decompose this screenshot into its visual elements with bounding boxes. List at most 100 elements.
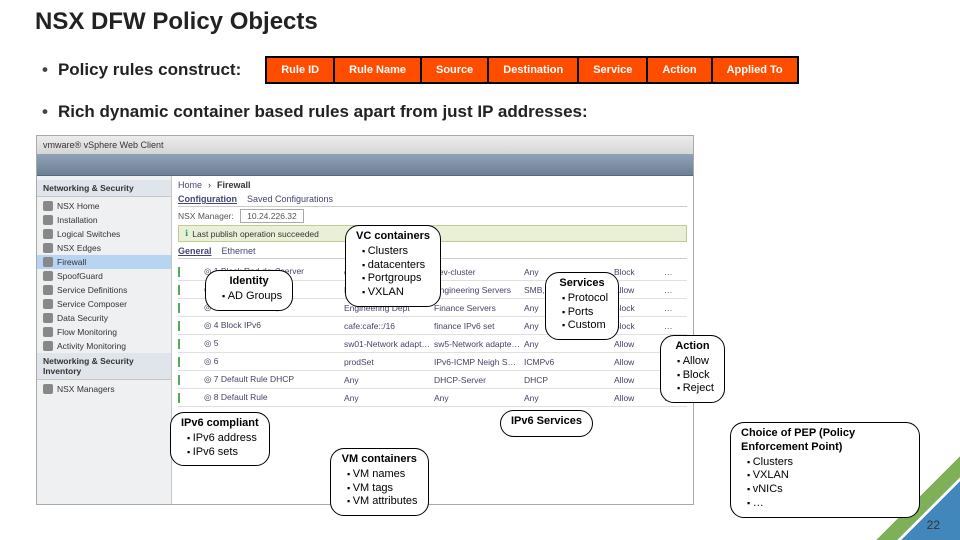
callout-item: VM names [347, 468, 418, 482]
sidebar-item[interactable]: NSX Edges [37, 241, 171, 255]
rule-enable-toggle[interactable] [178, 375, 180, 385]
sidebar-item[interactable]: Installation [37, 213, 171, 227]
rule-applied-to: … [664, 321, 693, 331]
rule-enable-toggle[interactable] [178, 357, 180, 367]
rule-enable-toggle[interactable] [178, 339, 180, 349]
rule-destination: Engineering Servers [434, 285, 524, 295]
rule-action: Allow [614, 285, 664, 295]
rule-enable-toggle[interactable] [178, 303, 180, 313]
rule-enable-toggle[interactable] [178, 285, 180, 295]
table-row[interactable]: ◎ 8 Default RuleAnyAnyAnyAllow… [178, 389, 687, 407]
callout-item: VM tags [347, 482, 418, 496]
callout-item: VM attributes [347, 495, 418, 509]
callout-title: Action [671, 340, 714, 354]
rule-action: Allow [614, 357, 664, 367]
table-row[interactable]: ◎ 7 Default Rule DHCPAnyDHCP-ServerDHCPA… [178, 371, 687, 389]
callout-ipv6-services: IPv6 Services [500, 410, 593, 437]
rule-action: Block [614, 267, 664, 277]
tab-configuration[interactable]: Configuration [178, 194, 237, 204]
construct-cell: Service [579, 58, 648, 82]
rule-action: Allow [614, 339, 664, 349]
callout-title: Services [556, 277, 608, 291]
rule-destination: Finance Servers [434, 303, 524, 313]
nav-icon [43, 299, 53, 309]
nav-icon [43, 327, 53, 337]
callout-ipv6-compliant: IPv6 compliant IPv6 address IPv6 sets [170, 412, 270, 466]
nav-bar [37, 154, 693, 176]
callout-title: VM containers [341, 453, 418, 467]
subtab-general[interactable]: General [178, 246, 212, 256]
table-row[interactable]: ◎ 6 prodSetIPv6-ICMP Neigh SolicICMPv6Al… [178, 353, 687, 371]
rule-source: cafe:cafe::/16 [344, 321, 434, 331]
construct-cell: Action [648, 58, 712, 82]
rule-service: Any [524, 339, 614, 349]
nsx-manager-value[interactable]: 10.24.226.32 [240, 209, 304, 223]
rule-enable-toggle[interactable] [178, 321, 180, 331]
sidebar-item[interactable]: Data Security [37, 311, 171, 325]
nav-icon [43, 313, 53, 323]
nav-icon [43, 257, 53, 267]
bullet-text-2: Rich dynamic container based rules apart… [58, 102, 588, 122]
tab-saved-configurations[interactable]: Saved Configurations [247, 194, 333, 204]
rule-destination: DHCP-Server [434, 375, 524, 385]
nsx-manager-row: NSX Manager: 10.24.226.32 [178, 211, 687, 221]
breadcrumb-home[interactable]: Home [178, 180, 202, 190]
sidebar-header-2: Networking & Security Inventory [37, 353, 171, 380]
rule-destination: IPv6-ICMP Neigh Solic [434, 357, 524, 367]
nav-icon [43, 341, 53, 351]
sidebar-item[interactable]: Flow Monitoring [37, 325, 171, 339]
rule-source: Any [344, 393, 434, 403]
rule-enable-toggle[interactable] [178, 393, 180, 403]
callout-item: VXLAN [747, 469, 909, 483]
nav-icon [43, 243, 53, 253]
sidebar-item[interactable]: NSX Home [37, 199, 171, 213]
subtab-ethernet[interactable]: Ethernet [222, 246, 256, 256]
nav-icon [43, 215, 53, 225]
callout-pep: Choice of PEP (Policy Enforcement Point)… [730, 422, 920, 518]
callout-item: Custom [562, 319, 608, 333]
sidebar: Networking & Security NSX HomeInstallati… [37, 176, 172, 504]
nav-icon [43, 271, 53, 281]
slide-title: NSX DFW Policy Objects [35, 8, 318, 36]
sidebar-item[interactable]: Logical Switches [37, 227, 171, 241]
sidebar-item[interactable]: NSX Managers [37, 382, 171, 396]
rule-service: ICMPv6 [524, 357, 614, 367]
breadcrumb-page: Firewall [217, 180, 251, 190]
callout-item: Clusters [362, 245, 430, 259]
status-text: Last publish operation succeeded [192, 229, 319, 239]
rule-name: ◎ 5 [204, 338, 344, 349]
nav-icon [43, 201, 53, 211]
rule-destination: Any [434, 393, 524, 403]
callout-item: AD Groups [222, 290, 282, 304]
sidebar-item[interactable]: Activity Monitoring [37, 339, 171, 353]
sidebar-item[interactable]: Service Definitions [37, 283, 171, 297]
callout-services: Services Protocol Ports Custom [545, 272, 619, 340]
callout-title: IPv6 Services [511, 415, 582, 429]
rule-applied-to: … [664, 285, 693, 295]
app-title: vmware® vSphere Web Client [43, 140, 164, 150]
rule-destination: sw5-Network adapter 1 [434, 339, 524, 349]
bullet-dot: • [42, 60, 48, 80]
rule-enable-toggle[interactable] [178, 267, 180, 277]
bullet-dot: • [42, 102, 48, 122]
sidebar-header: Networking & Security [37, 180, 171, 197]
construct-cell: Source [422, 58, 489, 82]
rule-source: Any [344, 375, 434, 385]
callout-action: Action Allow Block Reject [660, 335, 725, 403]
rule-service: Any [524, 393, 614, 403]
rule-destination: finance IPv6 set [434, 321, 524, 331]
sidebar-item[interactable]: Firewall [37, 255, 171, 269]
rule-destination: dev-cluster [434, 267, 524, 277]
sidebar-item[interactable]: SpoofGuard [37, 269, 171, 283]
callout-item: IPv6 address [187, 432, 259, 446]
callout-identity: Identity AD Groups [205, 270, 293, 311]
callout-item: Block [677, 369, 714, 383]
callout-item: Portgroups [362, 272, 430, 286]
sidebar-item[interactable]: Service Composer [37, 297, 171, 311]
nav-icon [43, 229, 53, 239]
callout-item: Allow [677, 355, 714, 369]
bullet-containers: • Rich dynamic container based rules apa… [42, 102, 588, 122]
rule-construct-table: Rule ID Rule Name Source Destination Ser… [265, 56, 798, 84]
rule-applied-to: … [664, 267, 693, 277]
nav-icon [43, 384, 53, 394]
